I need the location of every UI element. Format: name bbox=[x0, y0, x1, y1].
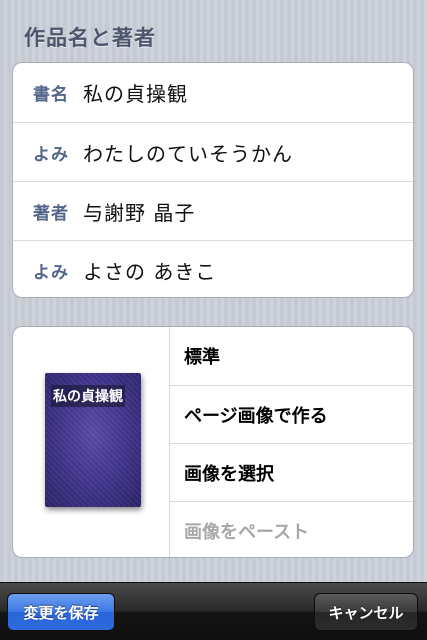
cover-option-standard[interactable]: 標準 bbox=[170, 327, 413, 385]
cover-option-paste-image: 画像をペースト bbox=[170, 501, 413, 557]
title-label: 書名 bbox=[33, 85, 69, 105]
bottom-toolbar: 変更を保存 キャンセル bbox=[0, 582, 427, 640]
author-row[interactable]: 著者 与謝野 晶子 bbox=[13, 181, 413, 240]
author-reading-label: よみ bbox=[33, 262, 69, 283]
title-row[interactable]: 書名 私の貞操観 bbox=[13, 63, 413, 122]
book-cover-title: 私の貞操観 bbox=[51, 385, 125, 407]
author-label: 著者 bbox=[33, 203, 69, 224]
title-reading-label: よみ bbox=[33, 144, 69, 165]
title-value[interactable]: 私の貞操観 bbox=[83, 78, 188, 107]
author-reading-row[interactable]: よみ よさの あきこ bbox=[13, 240, 413, 297]
book-cover-image: 私の貞操観 bbox=[45, 373, 141, 507]
title-reading-value[interactable]: わたしのていそうかん bbox=[83, 138, 293, 167]
title-reading-row[interactable]: よみ わたしのていそうかん bbox=[13, 122, 413, 181]
cover-option-select-image[interactable]: 画像を選択 bbox=[170, 443, 413, 501]
cancel-button[interactable]: キャンセル bbox=[314, 593, 418, 631]
author-value[interactable]: 与謝野 晶子 bbox=[83, 197, 195, 226]
book-info-group: 書名 私の貞操観 よみ わたしのていそうかん 著者 与謝野 晶子 よみ よさの … bbox=[12, 62, 414, 298]
save-changes-button[interactable]: 変更を保存 bbox=[7, 593, 115, 631]
cover-group: 私の貞操観 標準 ページ画像で作る 画像を選択 画像をペースト bbox=[12, 326, 414, 558]
cover-option-page-image[interactable]: ページ画像で作る bbox=[170, 385, 413, 443]
section-header-title: 作品名と著者 bbox=[24, 26, 156, 50]
cover-preview-cell: 私の貞操観 bbox=[13, 327, 170, 557]
author-reading-value[interactable]: よさの あきこ bbox=[83, 256, 216, 285]
